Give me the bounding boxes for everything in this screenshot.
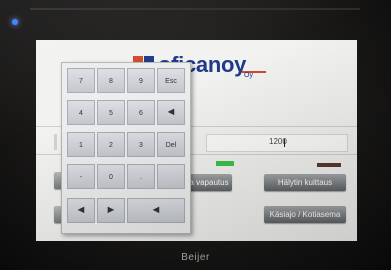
status-indicator-green — [216, 161, 234, 166]
key-1[interactable]: 1 — [67, 132, 95, 157]
key-esc[interactable]: Esc — [157, 68, 185, 93]
alarm-acknowledge-button[interactable]: Hälytin kuittaus — [264, 174, 346, 191]
key-blank[interactable] — [157, 164, 185, 189]
key-4[interactable]: 4 — [67, 100, 95, 125]
setpoint-input[interactable]: 1200 — [206, 134, 348, 152]
status-indicator-dark — [317, 163, 341, 167]
key-decimal[interactable]: . — [127, 164, 155, 189]
key-3[interactable]: 3 — [127, 132, 155, 157]
left-field-edge — [54, 134, 57, 150]
key-backspace-arrow-icon[interactable]: ◄ — [157, 100, 185, 125]
key-6[interactable]: 6 — [127, 100, 155, 125]
key-5[interactable]: 5 — [97, 100, 125, 125]
key-minus[interactable]: - — [67, 164, 95, 189]
key-right-arrow-icon[interactable]: ► — [97, 198, 125, 223]
key-7[interactable]: 7 — [67, 68, 95, 93]
logo-suffix: Oy — [244, 72, 253, 79]
device-brand: Beijer — [181, 252, 210, 263]
key-enter-arrow-icon[interactable]: ◄ — [127, 198, 185, 223]
key-0[interactable]: 0 — [97, 164, 125, 189]
key-8[interactable]: 8 — [97, 68, 125, 93]
power-led-icon — [12, 19, 18, 25]
manual-home-button[interactable]: Käsiajo / Kotiasema — [264, 206, 346, 223]
numeric-keypad: 7 8 9 Esc 4 5 6 ◄ 1 2 3 Del - 0 . ◄ ► ◄ — [61, 62, 191, 234]
key-left-arrow-icon[interactable]: ◄ — [67, 198, 95, 223]
text-cursor — [284, 139, 285, 147]
key-del[interactable]: Del — [157, 132, 185, 157]
key-2[interactable]: 2 — [97, 132, 125, 157]
key-9[interactable]: 9 — [127, 68, 155, 93]
release-button[interactable]: a vapautus — [186, 174, 232, 191]
bezel-top-edge — [30, 8, 360, 10]
touch-screen: oficanoy Oy 1200 alla a vapautus Hälytin… — [36, 40, 357, 241]
